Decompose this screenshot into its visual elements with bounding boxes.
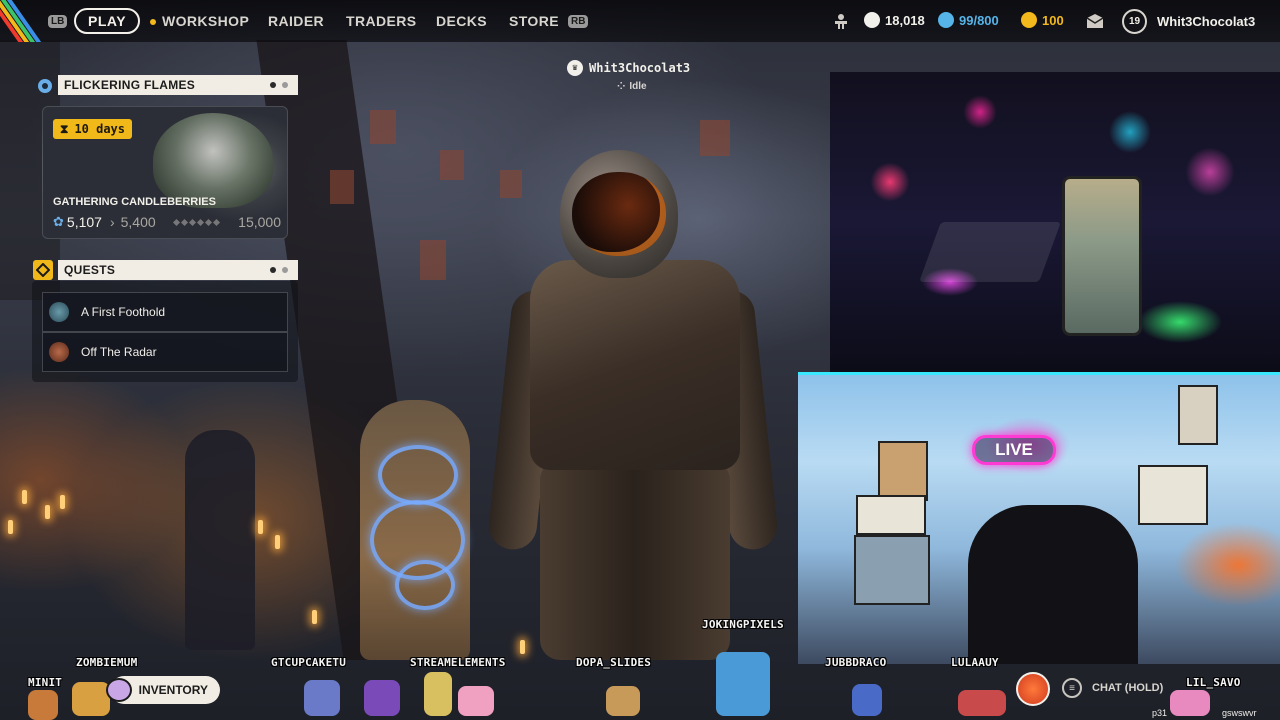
progress-next: 5,400 xyxy=(120,214,156,230)
currency-tokens: 100 xyxy=(1021,12,1064,28)
chat-sprite xyxy=(852,684,882,716)
token-icon xyxy=(1021,12,1037,28)
progress-max: 15,000 xyxy=(238,214,281,230)
tab-workshop[interactable]: WORKSHOP xyxy=(150,13,249,29)
currency-credits: 99/800 xyxy=(938,12,999,28)
live-neon-sign: LIVE xyxy=(972,435,1056,465)
emote-wheel-button[interactable] xyxy=(1016,672,1050,706)
event-progress: ✿ 5,107 › 5,400 15,000 xyxy=(53,214,281,230)
chat-username: LIL_SAVO xyxy=(1186,676,1241,689)
chat-sprite xyxy=(424,672,452,716)
credit-icon xyxy=(938,12,954,28)
phone xyxy=(1062,176,1142,336)
event-subtitle: GATHERING CANDLEBERRIES xyxy=(53,196,216,208)
astronaut-body xyxy=(530,260,740,470)
player-level-badge[interactable]: 19 xyxy=(1122,9,1147,34)
quest-giver-avatar xyxy=(49,342,69,362)
chat-sprite xyxy=(1170,690,1210,716)
keyboard xyxy=(919,222,1061,282)
status-icon: ⁘ xyxy=(617,81,626,92)
top-navigation-bar: LB PLAY WORKSHOP RAIDER TRADERS DECKS ST… xyxy=(0,0,1280,42)
chat-username: DOPA_SLIDES xyxy=(576,656,652,669)
menu-button-icon: ≡ xyxy=(1062,678,1082,698)
chat-hold-hint[interactable]: ≡ CHAT (HOLD) xyxy=(1062,678,1163,698)
candleberry-tree-image xyxy=(153,113,273,208)
tab-traders[interactable]: TRADERS xyxy=(346,13,416,29)
page-indicator xyxy=(270,267,288,273)
gaming-chair xyxy=(968,505,1138,664)
player-status: ⁘ Idle xyxy=(617,81,647,92)
chat-username: JUBBDRACO xyxy=(825,656,887,669)
crown-icon: ♛ xyxy=(567,60,583,76)
chat-sprite xyxy=(304,680,340,716)
tab-decks[interactable]: DECKS xyxy=(436,13,487,29)
chat-username: MINIT xyxy=(28,676,63,689)
progress-pips xyxy=(162,218,233,226)
coin-icon xyxy=(864,12,880,28)
background-figure xyxy=(185,430,255,650)
event-header[interactable]: FLICKERING FLAMES xyxy=(58,75,298,95)
chat-username: LULAAUY xyxy=(951,656,999,669)
chat-username: STREAMELEMENTS xyxy=(410,656,506,669)
webcam-setup-view xyxy=(830,72,1280,372)
chat-sprite xyxy=(28,690,58,720)
event-card[interactable]: ⧗ 10 days GATHERING CANDLEBERRIES ✿ 5,10… xyxy=(42,106,288,239)
chat-sprite xyxy=(606,686,640,716)
quest-item[interactable]: A First Foothold xyxy=(42,292,288,332)
chat-sprite xyxy=(458,686,494,716)
chat-username: JOKINGPIXELS xyxy=(702,618,784,631)
gear-icon: ✿ xyxy=(53,214,64,229)
quest-giver-avatar xyxy=(49,302,69,322)
mail-icon[interactable] xyxy=(1086,13,1104,29)
chat-username: GTCUPCAKETU xyxy=(271,656,347,669)
play-tab[interactable]: PLAY xyxy=(74,8,141,34)
page-indicator xyxy=(270,82,288,88)
lb-bumper-hint: LB xyxy=(48,15,68,28)
event-timer-badge: ⧗ 10 days xyxy=(53,119,133,139)
chat-username: ZOMBIEMUM xyxy=(76,656,138,669)
footer-text: gswswvr xyxy=(1222,708,1257,718)
gear-icon xyxy=(35,76,55,96)
rb-bumper-hint: RB xyxy=(568,15,589,28)
chat-sprite xyxy=(716,652,770,716)
quests-header[interactable]: QUESTS xyxy=(58,260,298,280)
tab-raider[interactable]: RAIDER xyxy=(268,13,324,29)
quest-diamond-icon xyxy=(33,260,53,280)
backpack-icon xyxy=(106,678,132,702)
webcam-streamer-view: LIVE xyxy=(798,372,1280,664)
chevron-right-icon: › xyxy=(109,214,115,230)
squad-leader-name[interactable]: ♛ Whit3Chocolat3 xyxy=(567,60,690,76)
chat-sprite xyxy=(72,682,110,716)
notification-dot-icon xyxy=(150,19,156,26)
currency-coins: 18,018 xyxy=(864,12,925,28)
hourglass-icon: ⧗ xyxy=(60,121,69,136)
squad-icon[interactable] xyxy=(832,12,850,30)
quest-item[interactable]: Off The Radar xyxy=(42,332,288,372)
chat-sprite xyxy=(364,680,400,716)
tab-store[interactable]: STORE xyxy=(509,13,559,29)
footer-text: p31 xyxy=(1152,708,1168,718)
player-username[interactable]: Whit3Chocolat3 xyxy=(1157,14,1255,29)
astronaut-visor xyxy=(572,172,666,256)
progress-current: 5,107 xyxy=(66,214,102,230)
brand-stripes xyxy=(0,0,44,42)
chat-sprite xyxy=(958,690,1006,716)
